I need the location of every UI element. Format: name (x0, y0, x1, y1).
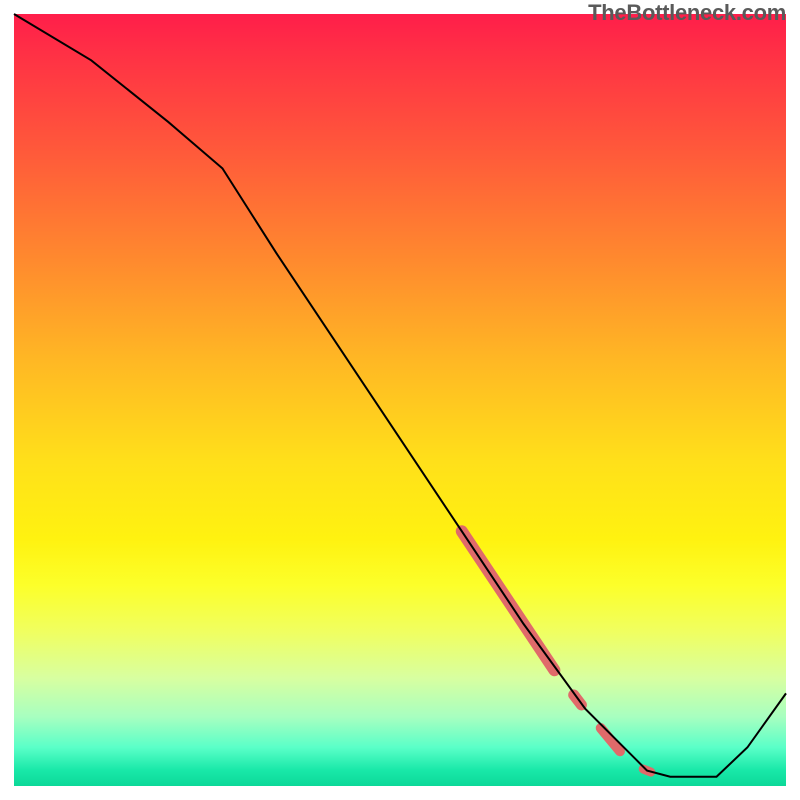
chart-container: TheBottleneck.com (0, 0, 800, 800)
highlight-group (462, 531, 651, 772)
chart-line (14, 14, 786, 777)
chart-svg-layer (0, 0, 800, 800)
